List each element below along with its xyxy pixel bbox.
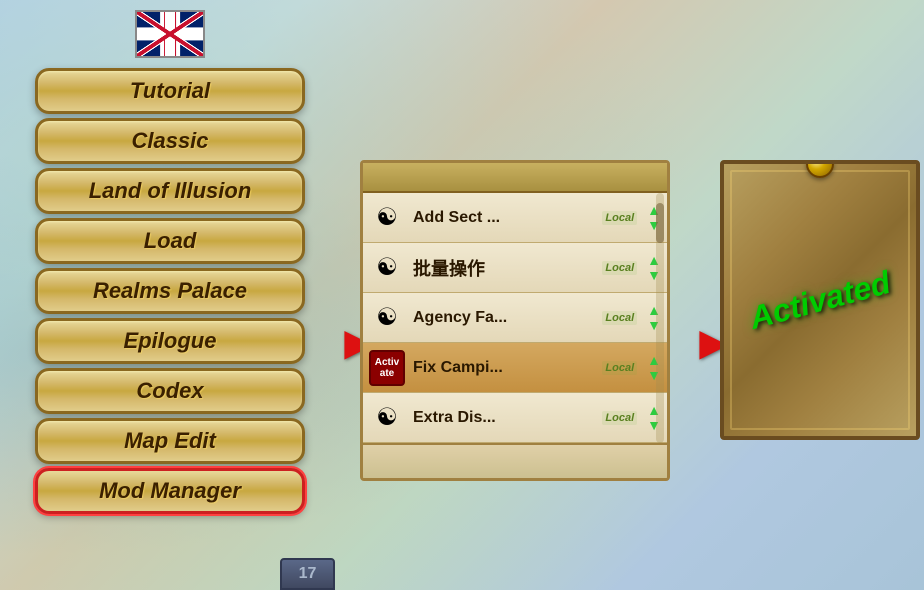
menu-btn-mod-manager[interactable]: Mod Manager: [35, 468, 305, 514]
mod-item-tag-4: Local: [602, 411, 637, 425]
mod-item-name-3: Fix Campi...: [413, 359, 594, 377]
yin-yang-icon-1: ☯: [369, 250, 405, 286]
mod-item-tag-1: Local: [602, 261, 637, 275]
mod-item-name-0: Add Sect ...: [413, 209, 594, 227]
mod-item-name-1: 批量操作: [413, 255, 594, 281]
badge-number: 17: [299, 565, 317, 583]
mod-list-header: [363, 163, 667, 193]
yin-yang-icon-0: ☯: [369, 200, 405, 236]
mod-item-3[interactable]: Activate Fix Campi... Local ▲ ▼: [363, 343, 667, 393]
menu-btn-codex[interactable]: Codex: [35, 368, 305, 414]
yin-yang-icon-4: ☯: [369, 400, 405, 436]
left-menu-panel: Tutorial Classic Land of Illusion Load R…: [0, 0, 340, 590]
flag-cross-horizontal-red: [137, 30, 203, 38]
mod-item-tag-0: Local: [602, 211, 637, 225]
menu-btn-land-of-illusion[interactable]: Land of Illusion: [35, 168, 305, 214]
number-badge: 17: [280, 558, 335, 590]
flag-background: [137, 12, 203, 56]
menu-btn-load[interactable]: Load: [35, 218, 305, 264]
uk-flag[interactable]: [135, 10, 205, 58]
mod-list-panel: ☯ Add Sect ... Local ▲ ▼ ☯ 批量操作 Local ▲ …: [360, 160, 670, 481]
result-panel: Activated: [720, 160, 920, 440]
menu-btn-tutorial[interactable]: Tutorial: [35, 68, 305, 114]
mod-item-tag-3: Local: [602, 361, 637, 375]
mod-item-name-4: Extra Dis...: [413, 409, 594, 427]
scroll-thumb[interactable]: [656, 203, 664, 243]
mod-item-4[interactable]: ☯ Extra Dis... Local ▲ ▼: [363, 393, 667, 443]
mod-item-0[interactable]: ☯ Add Sect ... Local ▲ ▼: [363, 193, 667, 243]
menu-btn-realms-palace[interactable]: Realms Palace: [35, 268, 305, 314]
mod-item-1[interactable]: ☯ 批量操作 Local ▲ ▼: [363, 243, 667, 293]
menu-btn-epilogue[interactable]: Epilogue: [35, 318, 305, 364]
mod-item-2[interactable]: ☯ Agency Fa... Local ▲ ▼: [363, 293, 667, 343]
gold-orb: [806, 160, 834, 178]
yin-yang-icon-2: ☯: [369, 300, 405, 336]
flag-cross-horizontal-white: [137, 27, 203, 40]
activate-icon-3: Activate: [369, 350, 405, 386]
activated-status: Activated: [746, 263, 895, 336]
flag-cross-overlay: [137, 12, 203, 56]
mod-item-name-2: Agency Fa...: [413, 309, 594, 327]
menu-btn-map-edit[interactable]: Map Edit: [35, 418, 305, 464]
flag-cross-vertical-red: [164, 12, 176, 56]
menu-btn-classic[interactable]: Classic: [35, 118, 305, 164]
mod-item-tag-2: Local: [602, 311, 637, 325]
scroll-indicator[interactable]: [656, 193, 664, 443]
mod-list-footer: [363, 443, 667, 478]
flag-cross-vertical-white: [160, 12, 180, 56]
